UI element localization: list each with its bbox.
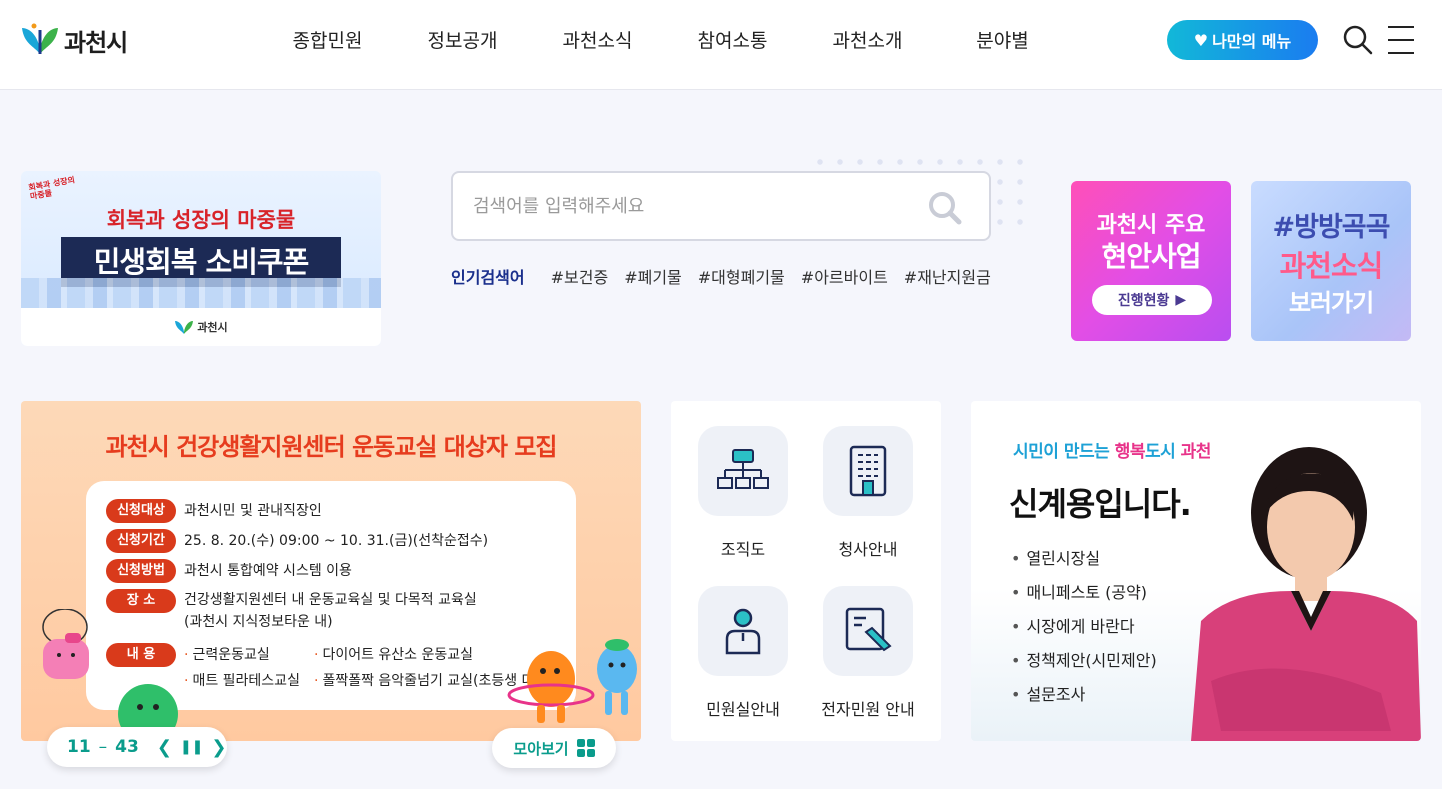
coupon-banner[interactable]: 회복과 성장의 마중물 회복과 성장의 마중물 민생회복 소비쿠폰 과천시 (21, 171, 381, 346)
popular-keywords: 인기검색어 #보건증 #폐기물 #대형폐기물 #아르바이트 #재난지원금 (451, 264, 1007, 288)
progress-button-label: 진행현황 (1117, 293, 1170, 309)
quick-link-label: 전자민원 안내 (821, 700, 915, 719)
info-label: 신청기간 (106, 529, 176, 553)
info-row: 신청기간 25. 8. 20.(수) 09:00 ~ 10. 31.(금)(선착… (106, 529, 488, 553)
info-text: 과천시민 및 관내직장인 (184, 503, 322, 519)
my-menu-button[interactable]: ♥ 나만의 메뉴 (1167, 20, 1318, 60)
banner-logo-text: 과천시 (197, 321, 228, 334)
slide-title: 과천시 건강생활지원센터 운동교실 대상자 모집 (105, 433, 557, 461)
slide-pager: 11 – 43 ❮ ❚❚ ❯ (47, 727, 227, 767)
main-slide-banner[interactable]: 과천시 건강생활지원센터 운동교실 대상자 모집 신청대상 과천시민 및 관내직… (21, 401, 641, 741)
info-text: 25. 8. 20.(수) 09:00 ~ 10. 31.(금)(선착순접수) (184, 533, 489, 549)
mayor-link-survey[interactable]: 설문조사 (1011, 683, 1157, 717)
chevron-right-icon[interactable]: ❯ (211, 737, 226, 758)
info-row: 신청대상 과천시민 및 관내직장인 (106, 499, 322, 523)
nav-item-field[interactable]: 분야별 (935, 28, 1070, 54)
person-icon (725, 608, 761, 655)
info-label: 신청방법 (106, 559, 176, 583)
mayor-name: 신계용입니다. (1009, 485, 1192, 523)
mayor-link-request[interactable]: 시장에게 바란다 (1011, 615, 1157, 649)
info-item: 다이어트 유산소 운동교실 (322, 647, 474, 663)
city-skyline-graphic (21, 278, 381, 308)
info-label: 내 용 (106, 643, 176, 667)
gwacheon-news-banner[interactable]: #방방곡곡 과천소식 보러가기 (1251, 181, 1411, 341)
building-icon (849, 445, 887, 497)
pager-total: 43 (115, 737, 139, 757)
search-input[interactable] (473, 173, 913, 239)
my-menu-label: 나만의 메뉴 (1212, 32, 1292, 51)
org-chart-icon (717, 449, 769, 489)
quick-link-org-chart[interactable]: 조직도 (688, 426, 798, 560)
jump-rope-character-icon (42, 609, 89, 679)
info-text: (과천시 지식정보타운 내) (184, 614, 333, 630)
mayor-links: 열린시장실 매니페스토 (공약) 시장에게 바란다 정책제안(시민제안) 설문조… (1011, 547, 1157, 717)
banner-logo: 과천시 (21, 308, 381, 346)
butterfly-logo-icon (22, 23, 58, 54)
pager-current: 11 (67, 737, 91, 757)
keyword-tag[interactable]: #재난지원금 (904, 264, 991, 288)
popular-label: 인기검색어 (451, 268, 525, 287)
quick-link-building[interactable]: 청사안내 (813, 426, 923, 560)
chevron-left-icon[interactable]: ❮ (157, 737, 172, 758)
pager-separator: – (98, 737, 108, 757)
heart-icon: ♥ (1193, 30, 1209, 50)
mayor-link-office[interactable]: 열린시장실 (1011, 547, 1157, 581)
view-all-label: 모아보기 (513, 739, 569, 758)
butterfly-logo-icon (175, 321, 194, 334)
mayor-portrait-image (1191, 447, 1421, 741)
banner-badge-text: 회복과 성장의 마중물 (27, 175, 76, 202)
info-item: 매트 필라테스교실 (192, 673, 300, 689)
view-all-button[interactable]: 모아보기 (492, 728, 616, 768)
banner-line: 보러가기 (1288, 289, 1374, 317)
mayor-link-manifesto[interactable]: 매니페스토 (공약) (1011, 581, 1157, 615)
pause-icon[interactable]: ❚❚ (180, 739, 203, 755)
progress-button[interactable]: 진행현황 ▶ (1092, 285, 1212, 315)
info-row: 장 소 건강생활지원센터 내 운동교육실 및 다목적 교육실 (과천시 지식정보… (106, 589, 477, 633)
key-projects-banner[interactable]: 과천시 주요 현안사업 진행현황 ▶ (1071, 181, 1231, 341)
quick-link-label: 청사안내 (838, 540, 898, 559)
banner-line: 현안사업 (1101, 240, 1201, 273)
search-icon[interactable] (1342, 24, 1374, 56)
site-logo[interactable]: 과천시 (20, 20, 128, 60)
logo-text: 과천시 (64, 28, 128, 57)
info-item: 근력운동교실 (192, 647, 270, 663)
quick-link-civil-office[interactable]: 민원실안내 (688, 586, 798, 720)
keyword-tag[interactable]: #폐기물 (624, 264, 682, 288)
quick-link-label: 민원실안내 (706, 700, 780, 719)
grid-icon (576, 739, 595, 757)
main-nav: 종합민원 정보공개 과천소식 참여소통 과천소개 분야별 (260, 28, 1070, 54)
nav-item-civil[interactable]: 종합민원 (260, 28, 395, 54)
nav-item-news[interactable]: 과천소식 (530, 28, 665, 54)
info-row: 신청방법 과천시 통합예약 시스템 이용 (106, 559, 352, 583)
info-text: 과천시 통합예약 시스템 이용 (184, 563, 352, 579)
info-label: 신청대상 (106, 499, 176, 523)
e-document-icon (845, 607, 892, 652)
nav-item-info[interactable]: 정보공개 (395, 28, 530, 54)
mayor-link-proposal[interactable]: 정책제안(시민제안) (1011, 649, 1156, 683)
site-header: 과천시 종합민원 정보공개 과천소식 참여소통 과천소개 분야별 ♥ 나만의 메… (0, 0, 1442, 90)
banner-line: #방방곡곡 (1272, 212, 1391, 243)
search-box (451, 171, 991, 241)
banner-line: 과천소식 (1279, 249, 1384, 283)
quick-link-e-civil[interactable]: 전자민원 안내 (813, 586, 923, 720)
mayor-panel: 시민이 만드는 행복도시 과천 신계용입니다. 열린시장실 매니페스토 (공약)… (971, 401, 1421, 741)
search-button-icon[interactable] (927, 190, 963, 226)
quick-link-label: 조직도 (720, 540, 766, 559)
mayor-slogan: 시민이 만드는 행복도시 과천 (1013, 442, 1211, 462)
quick-links-panel: 조직도 청사안내 민원실안내 전자민원 안내 (671, 401, 941, 741)
keyword-tag[interactable]: #대형폐기물 (698, 264, 785, 288)
keyword-tag[interactable]: #보건증 (551, 264, 609, 288)
play-arrow-icon: ▶ (1175, 292, 1187, 308)
keyword-tag[interactable]: #아르바이트 (801, 264, 888, 288)
info-label: 장 소 (106, 589, 176, 613)
hamburger-menu-icon[interactable] (1388, 26, 1414, 54)
nav-item-about[interactable]: 과천소개 (800, 28, 935, 54)
hula-hoop-characters-icon (507, 639, 637, 723)
info-text: 건강생활지원센터 내 운동교육실 및 다목적 교육실 (184, 592, 477, 608)
banner-subtitle: 회복과 성장의 마중물 (106, 208, 296, 232)
nav-item-participation[interactable]: 참여소통 (665, 28, 800, 54)
